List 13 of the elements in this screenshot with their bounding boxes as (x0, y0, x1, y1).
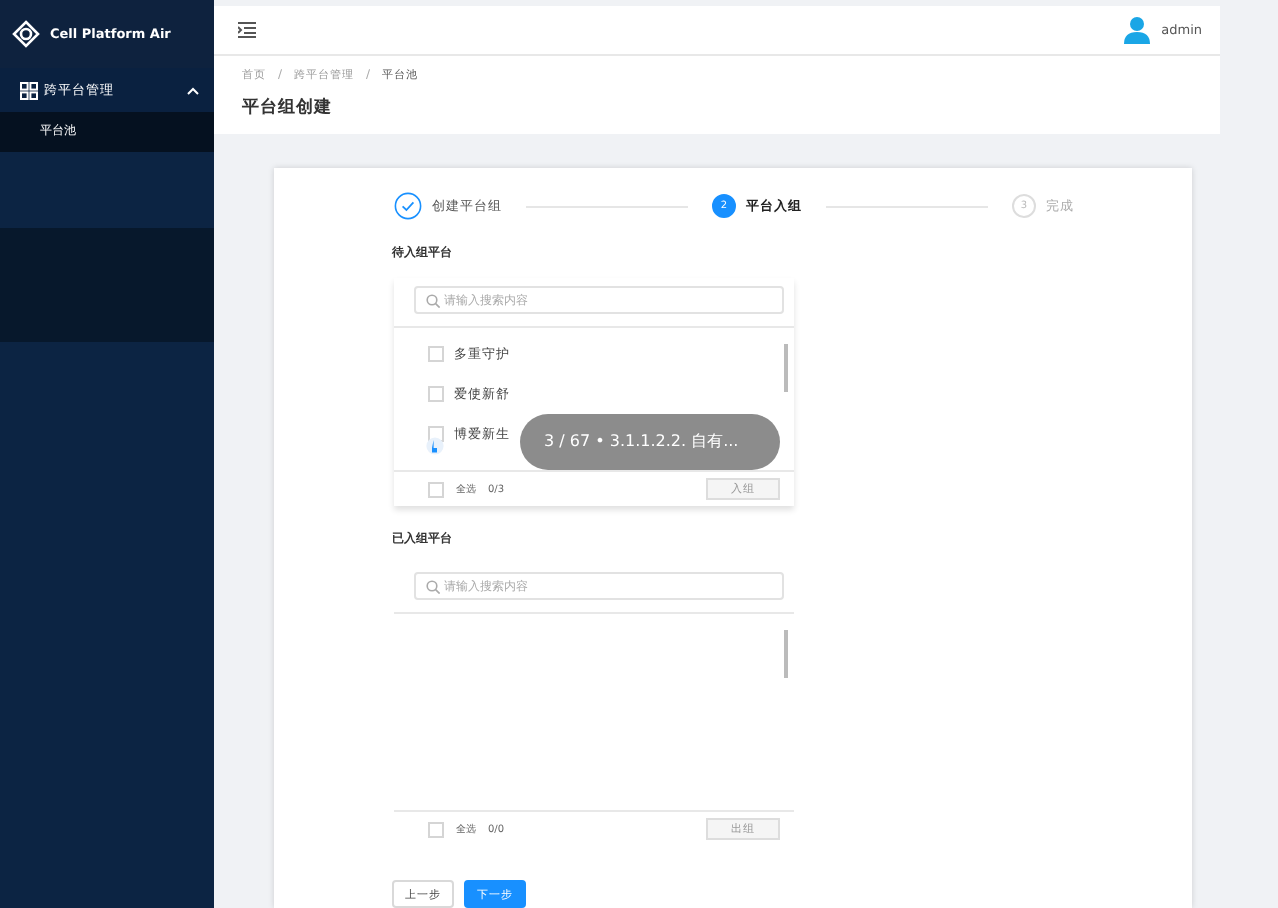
user-icon[interactable] (1123, 16, 1150, 44)
logo-icon (12, 20, 40, 48)
checkbox[interactable] (428, 386, 444, 402)
toast: 3 / 67 • 3.1.1.2.2. 自有... (520, 414, 780, 470)
caret-icon (186, 85, 200, 95)
grid-icon (20, 81, 38, 99)
page-title: 平台组创建 (242, 96, 334, 120)
checkbox[interactable] (428, 481, 444, 497)
scrollbar[interactable] (784, 630, 788, 678)
scrollbar[interactable] (784, 344, 788, 392)
checkbox[interactable] (428, 821, 444, 837)
checkbox[interactable] (428, 346, 444, 362)
menu-fold-icon[interactable] (238, 22, 256, 38)
